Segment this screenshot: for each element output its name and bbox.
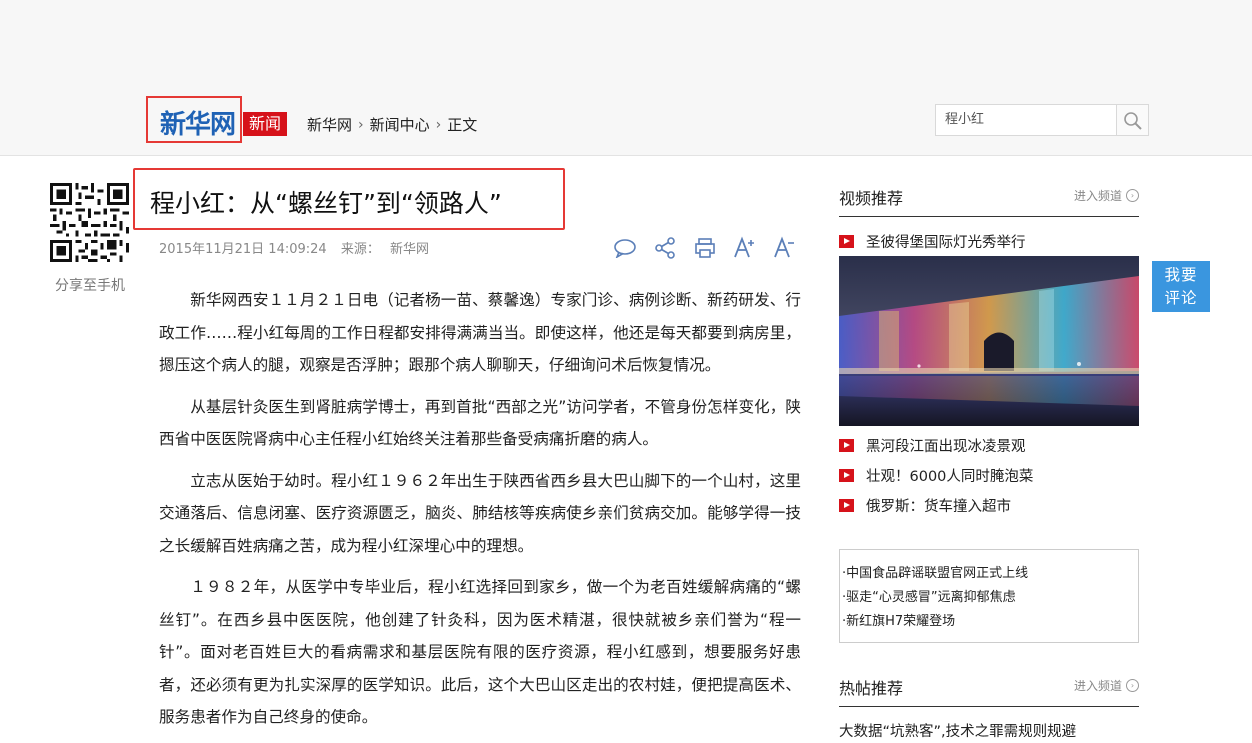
video-section-header: 视频推荐 进入频道 › bbox=[839, 185, 1139, 217]
video-item[interactable]: 俄罗斯：货车撞入超市 bbox=[839, 495, 1011, 516]
speech-bubble-icon bbox=[614, 239, 636, 258]
print-tool-button[interactable] bbox=[692, 236, 718, 260]
article-toolbar bbox=[612, 236, 798, 260]
hot-channel-link[interactable]: 进入频道 › bbox=[1074, 677, 1139, 694]
video-more-label: 进入频道 bbox=[1073, 189, 1122, 203]
qr-code bbox=[50, 183, 129, 262]
font-decrease-button[interactable] bbox=[772, 236, 798, 260]
share-to-phone-label: 分享至手机 bbox=[55, 278, 125, 294]
promo-link[interactable]: ·驱走“心灵感冒”远离抑郁焦虑 bbox=[842, 586, 1138, 610]
printer-icon bbox=[695, 238, 715, 258]
post-comment-button[interactable]: 我要 评论 bbox=[1152, 261, 1210, 312]
article-source[interactable]: 新华网 bbox=[390, 242, 429, 257]
video-item-title: 壮观！6000人同时腌泡菜 bbox=[866, 469, 1034, 485]
video-channel-link[interactable]: 进入频道 › bbox=[1074, 187, 1139, 204]
article-paragraph: 从基层针灸医生到肾脏病学博士，再到首批“西部之光”访问学者，不管身份怎样变化，陕… bbox=[159, 397, 801, 449]
xinhua-logo[interactable]: 新华网 bbox=[160, 104, 236, 141]
font-increase-icon bbox=[734, 236, 754, 258]
video-item[interactable]: 壮观！6000人同时腌泡菜 bbox=[839, 465, 1033, 486]
font-decrease-icon bbox=[774, 236, 794, 258]
promo-links-box: ·中国食品辟谣联盟官网正式上线 ·驱走“心灵感冒”远离抑郁焦虑 ·新红旗H7荣耀… bbox=[839, 549, 1139, 643]
chevron-right-icon: › bbox=[358, 116, 364, 133]
source-label: 来源： bbox=[340, 242, 380, 257]
hot-more-label: 进入频道 bbox=[1073, 679, 1122, 693]
video-item[interactable]: 圣彼得堡国际灯光秀举行 bbox=[839, 231, 1026, 252]
breadcrumb-news-center[interactable]: 新闻中心 bbox=[370, 114, 430, 135]
video-item[interactable]: 黑河段江面出现冰凌景观 bbox=[839, 435, 1026, 456]
hot-post-link[interactable]: 大数据“坑熟客”,技术之罪需规则规避 bbox=[839, 720, 1076, 741]
play-icon bbox=[839, 499, 854, 512]
article-meta: 2015年11月21日 14:09:24 来源： 新华网 bbox=[159, 238, 439, 257]
search-icon bbox=[1124, 112, 1142, 130]
play-icon bbox=[839, 469, 854, 482]
chevron-right-icon: › bbox=[1126, 679, 1139, 692]
chevron-right-icon: › bbox=[435, 116, 442, 133]
share-tool-button[interactable] bbox=[652, 236, 678, 260]
article-body: 新华网西安１１月２１日电（记者杨一苗、蔡馨逸）专家门诊、病例诊断、新药研发、行政… bbox=[159, 284, 801, 743]
breadcrumb-home[interactable]: 新华网 bbox=[307, 114, 352, 135]
video-item-title: 俄罗斯：货车撞入超市 bbox=[866, 499, 1011, 515]
video-section-title: 视频推荐 bbox=[839, 189, 904, 208]
play-icon bbox=[839, 235, 854, 248]
news-channel-tag[interactable]: 新闻 bbox=[243, 112, 287, 136]
share-icon bbox=[655, 237, 675, 259]
comment-button-line2: 评论 bbox=[1164, 289, 1198, 307]
article-datetime: 2015年11月21日 14:09:24 bbox=[159, 242, 327, 257]
breadcrumb: 新华网 › 新闻中心 › 正文 bbox=[307, 114, 477, 135]
article-paragraph: 新华网西安１１月２１日电（记者杨一苗、蔡馨逸）专家门诊、病例诊断、新药研发、行政… bbox=[159, 291, 801, 374]
font-increase-button[interactable] bbox=[732, 236, 758, 260]
chevron-right-icon: › bbox=[1126, 189, 1139, 202]
video-thumbnail[interactable] bbox=[839, 256, 1139, 426]
video-item-title: 黑河段江面出现冰凌景观 bbox=[866, 439, 1026, 455]
article-paragraph: 立志从医始于幼时。程小红１９６２年出生于陕西省西乡县大巴山脚下的一个山村，这里交… bbox=[159, 471, 801, 555]
hot-section-header: 热帖推荐 进入频道 › bbox=[839, 675, 1139, 707]
search-input[interactable]: 程小红 bbox=[935, 104, 1117, 136]
comment-tool-button[interactable] bbox=[612, 236, 638, 260]
article-title: 程小红：从“螺丝钉”到“领路人” bbox=[150, 189, 502, 218]
hot-section-title: 热帖推荐 bbox=[839, 679, 904, 698]
breadcrumb-current: 正文 bbox=[447, 116, 478, 134]
video-item-title: 圣彼得堡国际灯光秀举行 bbox=[866, 235, 1026, 251]
promo-link[interactable]: ·新红旗H7荣耀登场 bbox=[842, 610, 1138, 634]
play-icon bbox=[839, 439, 854, 452]
search-button[interactable] bbox=[1116, 104, 1149, 136]
promo-link[interactable]: ·中国食品辟谣联盟官网正式上线 bbox=[842, 562, 1138, 586]
article-paragraph: １９８２年，从医学中专毕业后，程小红选择回到家乡，做一个为老百姓缓解病痛的“螺丝… bbox=[159, 578, 801, 726]
comment-button-line1: 我要 bbox=[1164, 266, 1198, 284]
